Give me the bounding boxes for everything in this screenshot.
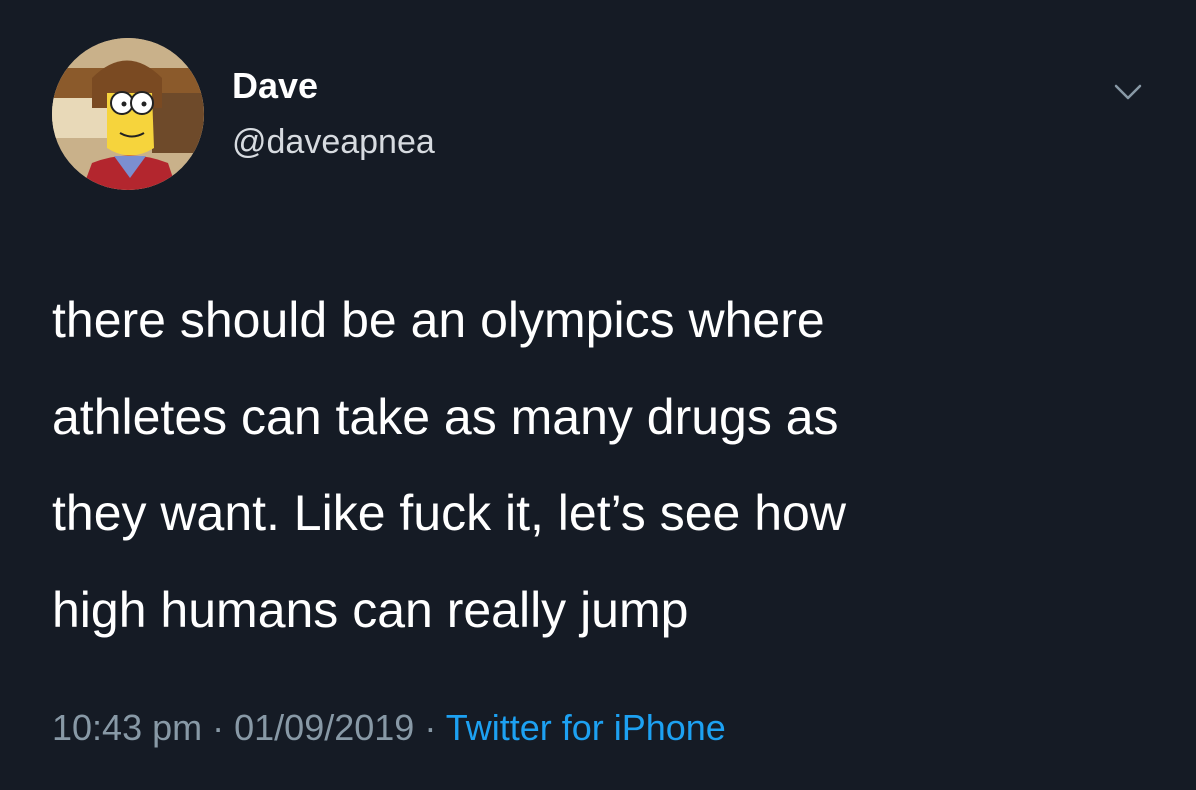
cartoon-character-avatar-icon — [52, 38, 204, 190]
tweet-text: there should be an olympics where athlet… — [52, 272, 1152, 658]
tweet-date[interactable]: 01/09/2019 — [234, 707, 414, 748]
tweet-text-line: they want. Like fuck it, let’s see how — [52, 485, 846, 541]
meta-separator: · — [424, 707, 437, 748]
tweet-text-line: athletes can take as many drugs as — [52, 388, 839, 445]
user-handle[interactable]: @daveapnea — [232, 122, 435, 162]
tweet-card: Dave @daveapnea there should be an olymp… — [0, 0, 1196, 790]
tweet-metadata: 10:43 pm · 01/09/2019 · Twitter for iPho… — [52, 704, 726, 752]
tweet-text-line: there should be an olympics where — [52, 292, 825, 348]
meta-separator: · — [212, 707, 225, 748]
avatar[interactable] — [52, 38, 204, 190]
tweet-time[interactable]: 10:43 pm — [52, 707, 202, 748]
tweet-text-line: high humans can really jump — [52, 581, 689, 638]
chevron-down-icon[interactable] — [1108, 76, 1148, 108]
tweet-source-link[interactable]: Twitter for iPhone — [446, 707, 726, 748]
display-name[interactable]: Dave — [232, 66, 318, 106]
